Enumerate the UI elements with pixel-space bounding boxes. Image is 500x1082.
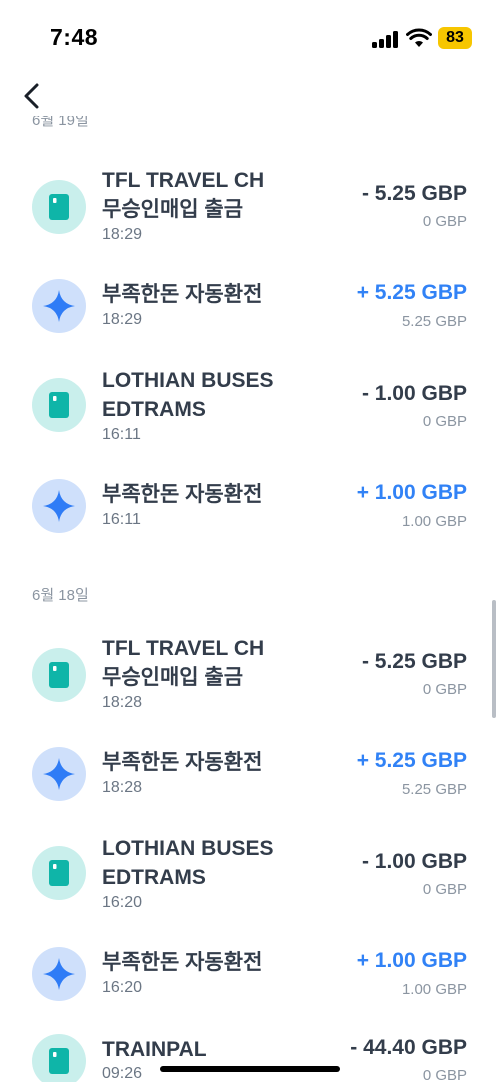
transaction-title: TFL TRAVEL CH [102,637,265,660]
transaction-time: 18:29 [102,226,143,243]
transaction-subtitle: EDTRAMS [102,866,206,889]
transaction-title: 부족한돈 자동환전 [102,751,263,774]
transaction-row[interactable]: 부족한돈 자동환전 18:28 + 5.25 GBP 5.25 GBP [0,734,500,834]
transaction-row[interactable]: LOTHIAN BUSES EDTRAMS 16:11 - 1.00 GBP 0… [0,358,500,458]
status-time: 7:48 [50,24,99,50]
transaction-row[interactable]: TRAINPAL 09:26 - 44.40 GBP 0 GBP [0,1026,500,1082]
transaction-amount: - 1.00 GBP [361,850,467,873]
transaction-amount: - 5.25 GBP [361,650,467,673]
transaction-amount: + 5.25 GBP [356,749,467,772]
card-icon [32,846,86,900]
transaction-balance: 1.00 GBP [401,513,467,530]
transaction-row[interactable]: 부족한돈 자동환전 18:29 + 5.25 GBP 5.25 GBP [0,266,500,366]
transaction-title: 부족한돈 자동환전 [102,483,263,506]
transaction-amount: - 1.00 GBP [361,382,467,405]
transaction-balance: 0 GBP [422,681,467,698]
section-date: 6월 18일 [32,587,89,604]
transaction-title: LOTHIAN BUSES [102,837,274,860]
transaction-time: 18:28 [102,779,143,796]
home-indicator[interactable] [160,1066,340,1072]
transaction-balance: 5.25 GBP [401,313,467,330]
transaction-title: 부족한돈 자동환전 [102,951,263,974]
transaction-balance: 0 GBP [422,213,467,230]
transaction-row[interactable]: 부족한돈 자동환전 16:20 + 1.00 GBP 1.00 GBP [0,934,500,1034]
chevron-left-icon [24,83,39,109]
transaction-amount: - 44.40 GBP [350,1036,467,1059]
transaction-time: 18:28 [102,694,143,711]
transaction-title: 부족한돈 자동환전 [102,283,263,306]
transaction-title: TRAINPAL [102,1038,207,1061]
transaction-amount: - 5.25 GBP [361,182,467,205]
transaction-row[interactable]: LOTHIAN BUSES EDTRAMS 16:20 - 1.00 GBP 0… [0,826,500,926]
transaction-time: 18:29 [102,311,143,328]
transaction-row[interactable]: 부족한돈 자동환전 16:11 + 1.00 GBP 1.00 GBP [0,466,500,566]
status-bar: 7:48 83 [0,0,500,72]
transaction-amount: + 5.25 GBP [356,281,467,304]
transaction-balance: 0 GBP [422,413,467,430]
section-date: 6월 19일 [32,116,89,129]
sparkle-icon [32,947,86,1001]
battery-indicator: 83 [438,27,472,49]
transaction-row[interactable]: TFL TRAVEL CH 무승인매입 출금 18:29 - 5.25 GBP … [0,158,500,258]
transaction-subtitle: 무승인매입 출금 [102,198,244,221]
transaction-row[interactable]: TFL TRAVEL CH 무승인매입 출금 18:28 - 5.25 GBP … [0,626,500,726]
card-icon [32,1034,86,1082]
transaction-title: TFL TRAVEL CH [102,169,265,192]
back-button[interactable] [16,76,52,116]
transaction-time: 09:26 [102,1065,143,1082]
wifi-icon [406,28,432,47]
transaction-balance: 5.25 GBP [401,781,467,798]
transaction-time: 16:11 [102,511,141,528]
transaction-balance: 0 GBP [422,881,467,898]
card-icon [32,378,86,432]
card-icon [32,180,86,234]
transaction-balance: 0 GBP [422,1067,467,1082]
transaction-amount: + 1.00 GBP [356,949,467,972]
transaction-time: 16:20 [102,979,143,996]
sparkle-icon [32,479,86,533]
transaction-time: 16:20 [102,894,143,911]
sparkle-icon [32,747,86,801]
transaction-balance: 1.00 GBP [401,981,467,998]
transaction-amount: + 1.00 GBP [356,481,467,504]
transaction-subtitle: EDTRAMS [102,398,206,421]
scrollbar[interactable] [492,600,496,718]
cellular-signal-icon [372,30,400,48]
transaction-subtitle: 무승인매입 출금 [102,666,244,689]
transaction-time: 16:11 [102,426,141,443]
transaction-title: LOTHIAN BUSES [102,369,274,392]
card-icon [32,648,86,702]
sparkle-icon [32,279,86,333]
